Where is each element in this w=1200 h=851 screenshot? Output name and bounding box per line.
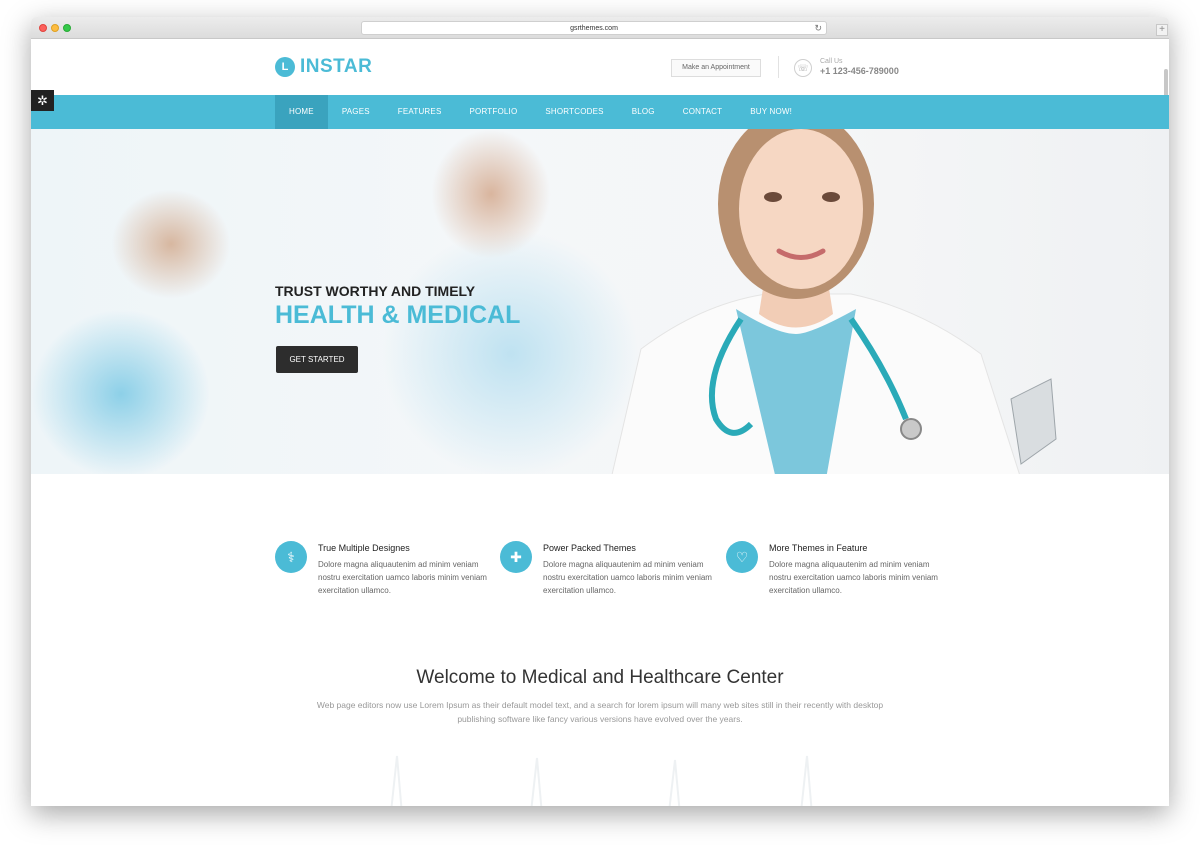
phone-number[interactable]: +1 123-456-789000 — [820, 66, 899, 76]
main-navbar: HOME PAGES FEATURES PORTFOLIO SHORTCODES… — [31, 95, 1169, 129]
nav-item-features[interactable]: FEATURES — [384, 95, 456, 129]
get-started-button[interactable]: GET STARTED — [276, 346, 358, 373]
maximize-window-button[interactable] — [63, 24, 71, 32]
feature-text: Dolore magna aliquautenim ad minim venia… — [318, 560, 487, 595]
logo-text: INSTAR — [300, 56, 373, 77]
feature-text: Dolore magna aliquautenim ad minim venia… — [543, 560, 712, 595]
main-nav: HOME PAGES FEATURES PORTFOLIO SHORTCODES… — [275, 95, 806, 129]
site-logo[interactable]: L INSTAR — [275, 56, 372, 78]
nav-item-blog[interactable]: BLOG — [618, 95, 669, 129]
hero-background-figure — [431, 129, 551, 259]
reload-icon[interactable]: ↻ — [814, 22, 822, 35]
nav-item-contact[interactable]: CONTACT — [669, 95, 736, 129]
make-appointment-button[interactable]: Make an Appointment — [671, 59, 761, 77]
settings-gear-icon[interactable]: ✲ — [31, 90, 54, 111]
heart-icon: ♡ — [726, 541, 758, 573]
hero-banner: TRUST WORTHY AND TIMELY HEALTH & MEDICAL… — [31, 129, 1169, 474]
feature-title[interactable]: Power Packed Themes — [543, 543, 636, 553]
logo-mark-icon: L — [275, 57, 295, 77]
feature-title[interactable]: More Themes in Feature — [769, 543, 867, 553]
hero-tagline: TRUST WORTHY AND TIMELY — [275, 283, 476, 299]
feature-title[interactable]: True Multiple Designes — [318, 543, 410, 553]
nav-item-shortcodes[interactable]: SHORTCODES — [531, 95, 617, 129]
hero-background-figure — [111, 189, 231, 299]
url-text: gsrthemes.com — [570, 25, 618, 32]
new-tab-button[interactable]: + — [1156, 24, 1168, 36]
medkit-icon: ✚ — [500, 541, 532, 573]
hero-doctor-image — [611, 129, 1057, 474]
close-window-button[interactable] — [39, 24, 47, 32]
welcome-title: Welcome to Medical and Healthcare Center — [416, 667, 784, 688]
address-bar[interactable]: gsrthemes.com ↻ — [361, 21, 827, 35]
nav-item-portfolio[interactable]: PORTFOLIO — [455, 95, 531, 129]
phone-icon: ☏ — [794, 59, 812, 77]
feature-text: Dolore magna aliquautenim ad minim venia… — [769, 560, 938, 595]
call-us-label: Call Us — [820, 58, 843, 65]
stethoscope-icon: ⚕ — [275, 541, 307, 573]
welcome-text: Web page editors now use Lorem Ipsum as … — [316, 700, 884, 724]
header-divider — [778, 56, 779, 78]
ekg-line-decoration — [390, 755, 813, 806]
page-viewport: L INSTAR Make an Appointment ☏ Call Us +… — [31, 39, 1169, 806]
browser-window: gsrthemes.com ↻ + L INSTAR Make an Appoi… — [31, 17, 1169, 806]
minimize-window-button[interactable] — [51, 24, 59, 32]
nav-item-buy-now[interactable]: BUY NOW! — [736, 95, 806, 129]
hero-background-figure — [31, 309, 211, 474]
browser-titlebar: gsrthemes.com ↻ + — [31, 17, 1169, 39]
hero-title: HEALTH & MEDICAL — [275, 301, 521, 329]
nav-item-home[interactable]: HOME — [275, 95, 328, 129]
nav-item-pages[interactable]: PAGES — [328, 95, 384, 129]
